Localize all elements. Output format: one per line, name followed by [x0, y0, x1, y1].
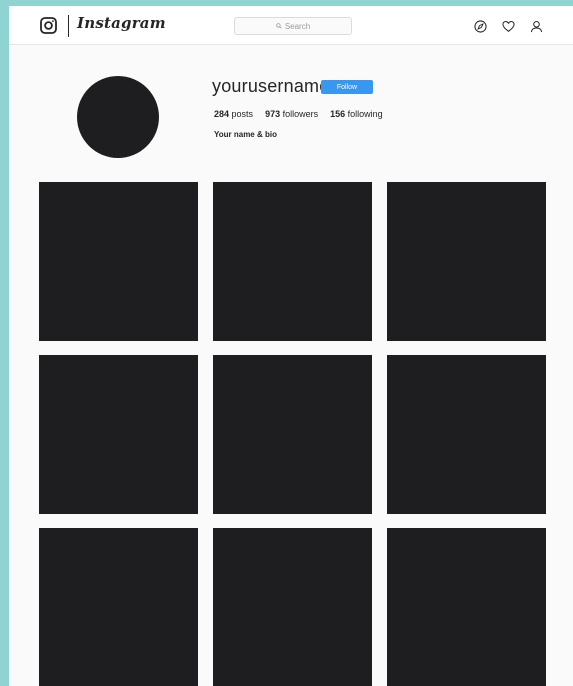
logo-divider [68, 15, 69, 37]
posts-grid [39, 182, 546, 686]
following-label: following [347, 109, 383, 119]
search-icon [276, 23, 282, 29]
followers-count: 973 [265, 109, 281, 119]
following-stat[interactable]: 156 following [330, 109, 383, 119]
posts-stat: 284 posts [214, 109, 253, 119]
profile-bio: Your name & bio [214, 130, 277, 139]
profile-username: yourusername [212, 76, 330, 96]
following-count: 156 [330, 109, 346, 119]
post-thumbnail[interactable] [213, 182, 372, 341]
followers-stat[interactable]: 973 followers [265, 109, 318, 119]
post-thumbnail[interactable] [213, 355, 372, 514]
posts-count: 284 [214, 109, 230, 119]
post-thumbnail[interactable] [39, 355, 198, 514]
instagram-logo-icon[interactable] [40, 17, 57, 34]
search-input[interactable]: Search [234, 17, 352, 35]
profile-stats: 284 posts 973 followers 156 following [214, 109, 383, 119]
heart-icon[interactable] [502, 20, 515, 33]
instagram-profile-page: Instagram Search yourusername Follow 284… [9, 6, 573, 686]
search-placeholder: Search [284, 21, 311, 31]
posts-label: posts [231, 109, 254, 119]
post-thumbnail[interactable] [213, 528, 372, 686]
user-icon[interactable] [530, 20, 543, 33]
post-thumbnail[interactable] [387, 182, 546, 341]
post-thumbnail[interactable] [39, 182, 198, 341]
post-thumbnail[interactable] [387, 528, 546, 686]
instagram-wordmark[interactable]: Instagram [77, 14, 166, 32]
post-thumbnail[interactable] [387, 355, 546, 514]
profile-avatar[interactable] [77, 76, 159, 158]
followers-label: followers [282, 109, 319, 119]
post-thumbnail[interactable] [39, 528, 198, 686]
follow-button[interactable]: Follow [321, 80, 373, 94]
top-navigation-bar: Instagram Search [9, 6, 573, 45]
compass-icon[interactable] [474, 20, 487, 33]
